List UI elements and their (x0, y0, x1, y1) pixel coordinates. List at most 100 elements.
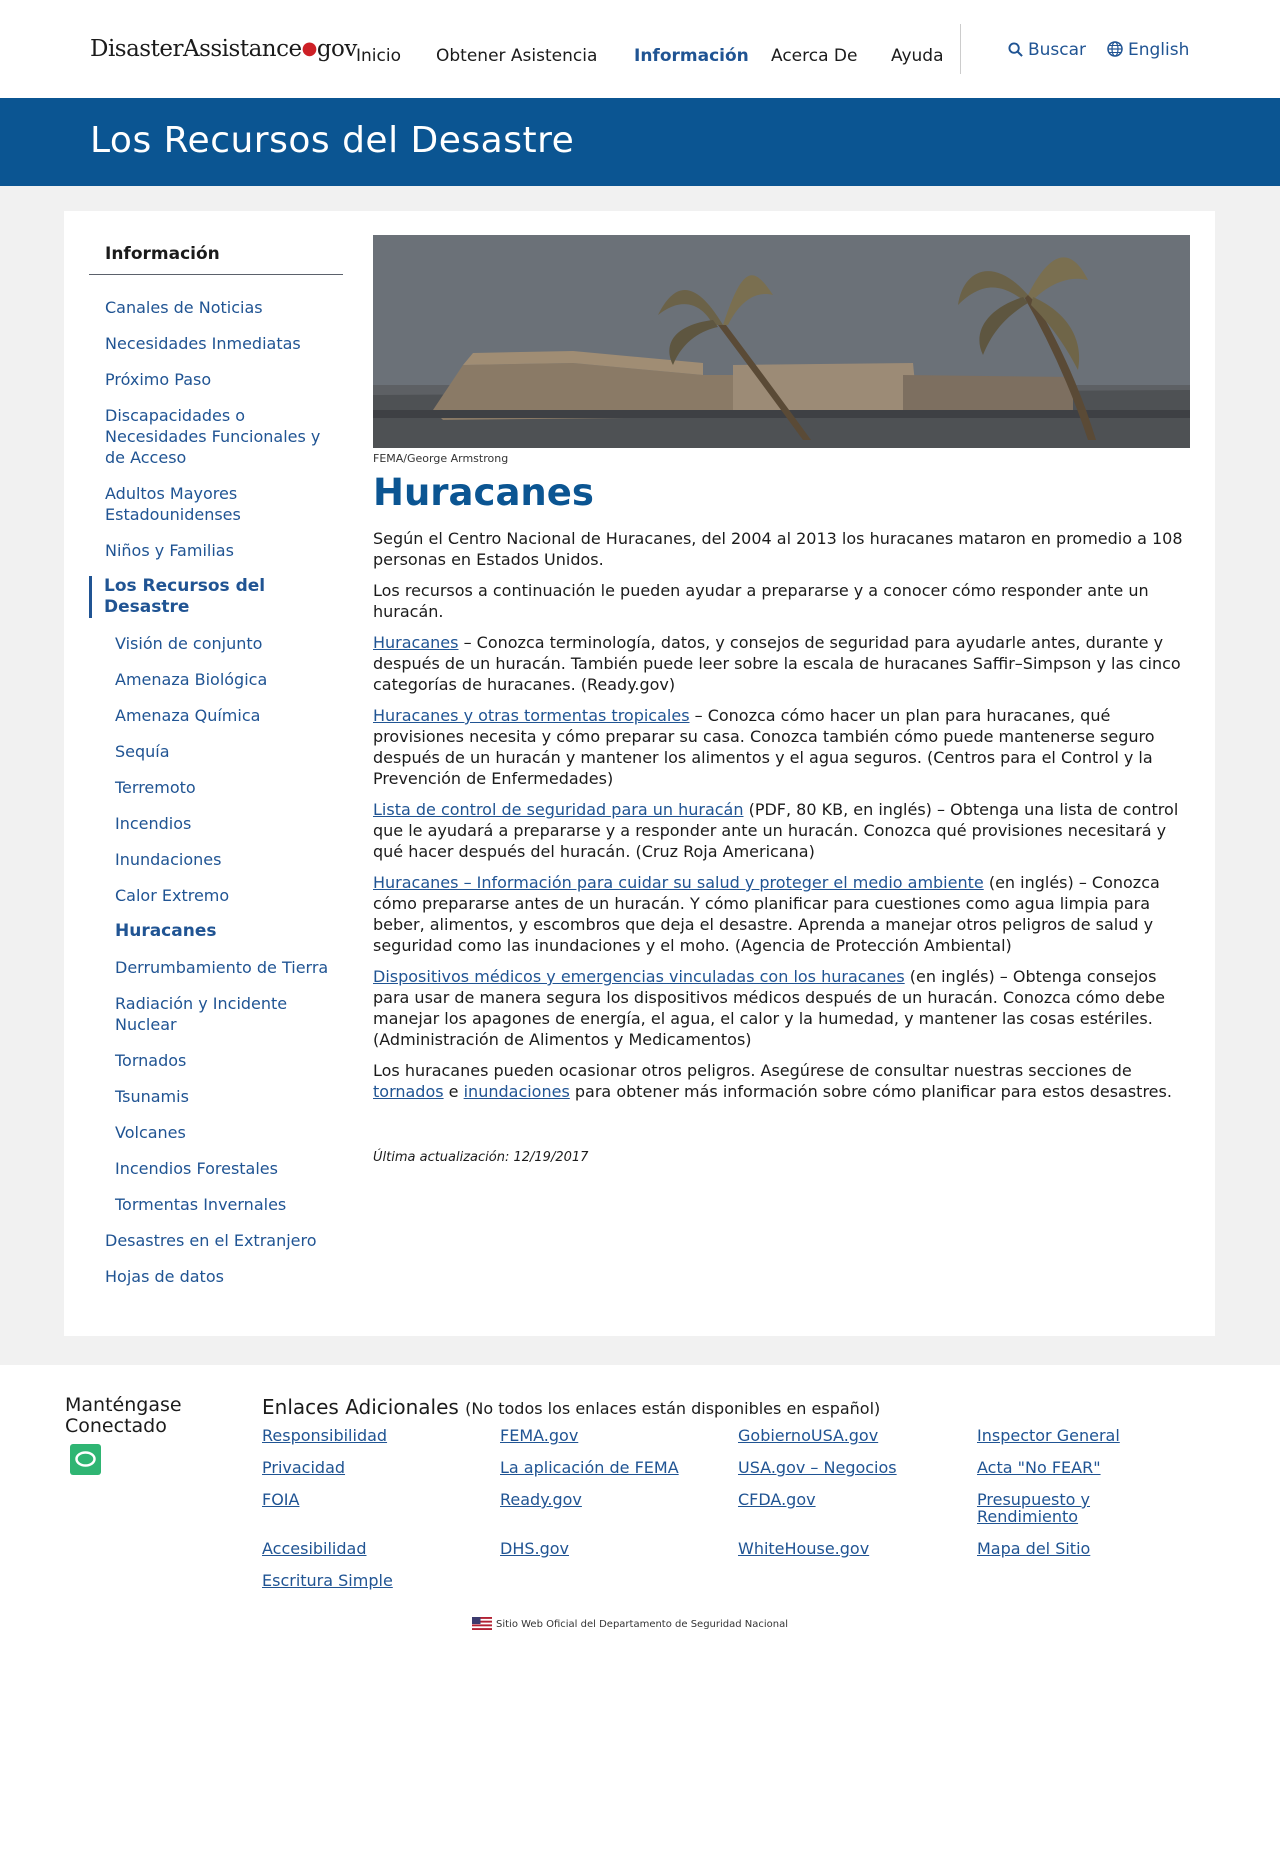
sidebar-subitem-amenaza-quimica[interactable]: Amenaza Química (89, 705, 343, 726)
last-updated: Última actualización: 12/19/2017 (373, 1150, 589, 1165)
resource-link-tormentas-tropicales[interactable]: Huracanes y otras tormentas tropicales (373, 706, 690, 725)
stay-connected-title: Manténgase Conectado (65, 1394, 182, 1437)
logo-suffix: gov (316, 36, 358, 62)
resource-item: Dispositivos médicos y emergencias vincu… (373, 966, 1190, 1050)
sidebar-item-hojas-de-datos[interactable]: Hojas de datos (89, 1266, 343, 1287)
sidebar-subitem-tornados[interactable]: Tornados (89, 1050, 343, 1071)
language-label: English (1128, 40, 1190, 60)
sidebar-subitem-volcanes[interactable]: Volcanes (89, 1122, 343, 1143)
sidebar-subitem-derrumbamiento[interactable]: Derrumbamiento de Tierra (89, 957, 343, 978)
logo-text: DisasterAssistance (90, 36, 302, 62)
closing-link-inundaciones[interactable]: inundaciones (464, 1082, 570, 1101)
closing-link-tornados[interactable]: tornados (373, 1082, 444, 1101)
footer-link-mapa-del-sitio[interactable]: Mapa del Sitio (977, 1540, 1177, 1557)
sidebar-subitem-calor-extremo[interactable]: Calor Extremo (89, 885, 343, 906)
closing-text-middle: e (443, 1082, 464, 1101)
nav-inicio[interactable]: Inicio (356, 46, 401, 66)
sidebar-item-adultos-mayores[interactable]: Adultos Mayores Estadounidenses (89, 483, 343, 525)
footer-link-usa-negocios[interactable]: USA.gov – Negocios (738, 1459, 938, 1476)
nav-informacion[interactable]: Información (634, 46, 749, 66)
sidebar-item-desastres-extranjero[interactable]: Desastres en el Extranjero (89, 1230, 343, 1251)
footer-link-dhs[interactable]: DHS.gov (500, 1540, 700, 1557)
resource-item: Lista de control de seguridad para un hu… (373, 799, 1190, 862)
page-heading: Huracanes (373, 471, 594, 514)
footer-link-privacidad[interactable]: Privacidad (262, 1459, 462, 1476)
intro-paragraph-2: Los recursos a continuación le pueden ay… (373, 581, 1149, 621)
nav-ayuda[interactable]: Ayuda (891, 46, 944, 66)
sidebar-item-recursos-del-desastre[interactable]: Los Recursos del Desastre (89, 576, 343, 618)
social-chat-button[interactable] (70, 1444, 101, 1475)
globe-icon (1107, 41, 1123, 57)
resource-link-lista-de-control[interactable]: Lista de control de seguridad para un hu… (373, 800, 743, 819)
resource-description: – Conozca terminología, datos, y consejo… (373, 633, 1181, 694)
footer-link-accesibilidad[interactable]: Accesibilidad (262, 1540, 462, 1557)
sidebar-subitem-inundaciones[interactable]: Inundaciones (89, 849, 343, 870)
image-credit: FEMA/George Armstrong (373, 452, 509, 465)
links-note: (No todos los enlaces están disponibles … (465, 1399, 881, 1418)
closing-text-after: para obtener más información sobre cómo … (569, 1082, 1172, 1101)
resource-link-salud-medio-ambiente[interactable]: Huracanes – Información para cuidar su s… (373, 873, 984, 892)
sidebar-item-proximo-paso[interactable]: Próximo Paso (89, 369, 343, 390)
sidebar-item-canales-de-noticias[interactable]: Canales de Noticias (89, 297, 343, 318)
nav-divider (960, 24, 961, 74)
closing-paragraph: Los huracanes pueden ocasionar otros pel… (373, 1060, 1190, 1102)
page-banner: Los Recursos del Desastre (0, 98, 1280, 186)
sidebar-subitem-terremoto[interactable]: Terremoto (89, 777, 343, 798)
resource-link-huracanes[interactable]: Huracanes (373, 633, 458, 652)
banner-title: Los Recursos del Desastre (90, 120, 575, 161)
sidebar-subitem-sequia[interactable]: Sequía (89, 741, 343, 762)
footer-link-foia[interactable]: FOIA (262, 1491, 462, 1508)
sidebar-item-necesidades-inmediatas[interactable]: Necesidades Inmediatas (89, 333, 343, 354)
official-notice-text: Sitio Web Oficial del Departamento de Se… (496, 1619, 789, 1630)
site-footer: Manténgase Conectado Enlaces Adicionales… (0, 1365, 1280, 1855)
footer-link-app-fema[interactable]: La aplicación de FEMA (500, 1459, 700, 1476)
sidebar-subitem-vision-de-conjunto[interactable]: Visión de conjunto (89, 633, 343, 654)
sidebar-subitem-incendios-forestales[interactable]: Incendios Forestales (89, 1158, 343, 1179)
site-header: DisasterAssistance●gov Inicio Obtener As… (0, 0, 1280, 98)
footer-link-presupuesto[interactable]: Presupuesto y Rendimiento (977, 1491, 1117, 1525)
footer-link-inspector-general[interactable]: Inspector General (977, 1427, 1177, 1444)
hero-image (373, 235, 1190, 448)
sidebar-title: Información (89, 244, 343, 275)
sidebar-subitem-huracanes[interactable]: Huracanes (89, 921, 343, 942)
footer-link-no-fear[interactable]: Acta "No FEAR" (977, 1459, 1177, 1476)
footer-link-whitehouse[interactable]: WhiteHouse.gov (738, 1540, 938, 1557)
footer-link-fema[interactable]: FEMA.gov (500, 1427, 700, 1444)
sidebar-subitem-amenaza-biologica[interactable]: Amenaza Biológica (89, 669, 343, 690)
resource-item: Huracanes – Información para cuidar su s… (373, 872, 1190, 956)
search-label: Buscar (1028, 40, 1087, 60)
search-link[interactable]: Buscar (1008, 40, 1086, 60)
site-logo[interactable]: DisasterAssistance●gov (90, 36, 357, 62)
nav-acerca-de[interactable]: Acerca De (771, 46, 857, 66)
footer-link-gobiernousa[interactable]: GobiernoUSA.gov (738, 1427, 938, 1444)
sidebar-item-ninos-y-familias[interactable]: Niños y Familias (89, 540, 343, 561)
footer-link-responsibilidad[interactable]: Responsibilidad (262, 1427, 462, 1444)
intro-paragraph-1: Según el Centro Nacional de Huracanes, d… (373, 529, 1183, 569)
logo-dot-icon: ● (301, 38, 318, 59)
sidebar-nav: Información Canales de Noticias Necesida… (89, 244, 343, 1302)
nav-obtener-asistencia[interactable]: Obtener Asistencia (436, 46, 597, 66)
sidebar-subitem-radiacion[interactable]: Radiación y Incidente Nuclear (89, 993, 343, 1035)
additional-links-title: Enlaces Adicionales (No todos los enlace… (262, 1395, 880, 1419)
main-area: Información Canales de Noticias Necesida… (0, 186, 1280, 1365)
footer-link-cfda[interactable]: CFDA.gov (738, 1491, 938, 1508)
resource-item: Huracanes y otras tormentas tropicales –… (373, 705, 1190, 789)
closing-text-before: Los huracanes pueden ocasionar otros pel… (373, 1061, 1132, 1080)
chat-icon (75, 1451, 96, 1467)
hurricane-photo (373, 235, 1190, 448)
sidebar-subitem-tsunamis[interactable]: Tsunamis (89, 1086, 343, 1107)
us-flag-icon (472, 1617, 492, 1630)
main-content: FEMA/George Armstrong Huracanes Según el… (373, 235, 1190, 1165)
resource-link-dispositivos-medicos[interactable]: Dispositivos médicos y emergencias vincu… (373, 967, 905, 986)
footer-link-ready[interactable]: Ready.gov (500, 1491, 700, 1508)
sidebar-item-discapacidades[interactable]: Discapacidades o Necesidades Funcionales… (89, 405, 343, 468)
footer-link-escritura-simple[interactable]: Escritura Simple (262, 1572, 462, 1589)
links-title-text: Enlaces Adicionales (262, 1395, 459, 1419)
sidebar-subitem-tormentas-invernales[interactable]: Tormentas Invernales (89, 1194, 343, 1215)
sidebar-subitem-incendios[interactable]: Incendios (89, 813, 343, 834)
resource-item: Huracanes – Conozca terminología, datos,… (373, 632, 1190, 695)
search-icon (1008, 42, 1023, 57)
language-toggle[interactable]: English (1107, 40, 1189, 60)
content-card: Información Canales de Noticias Necesida… (64, 211, 1215, 1336)
official-site-notice: Sitio Web Oficial del Departamento de Se… (472, 1617, 788, 1630)
